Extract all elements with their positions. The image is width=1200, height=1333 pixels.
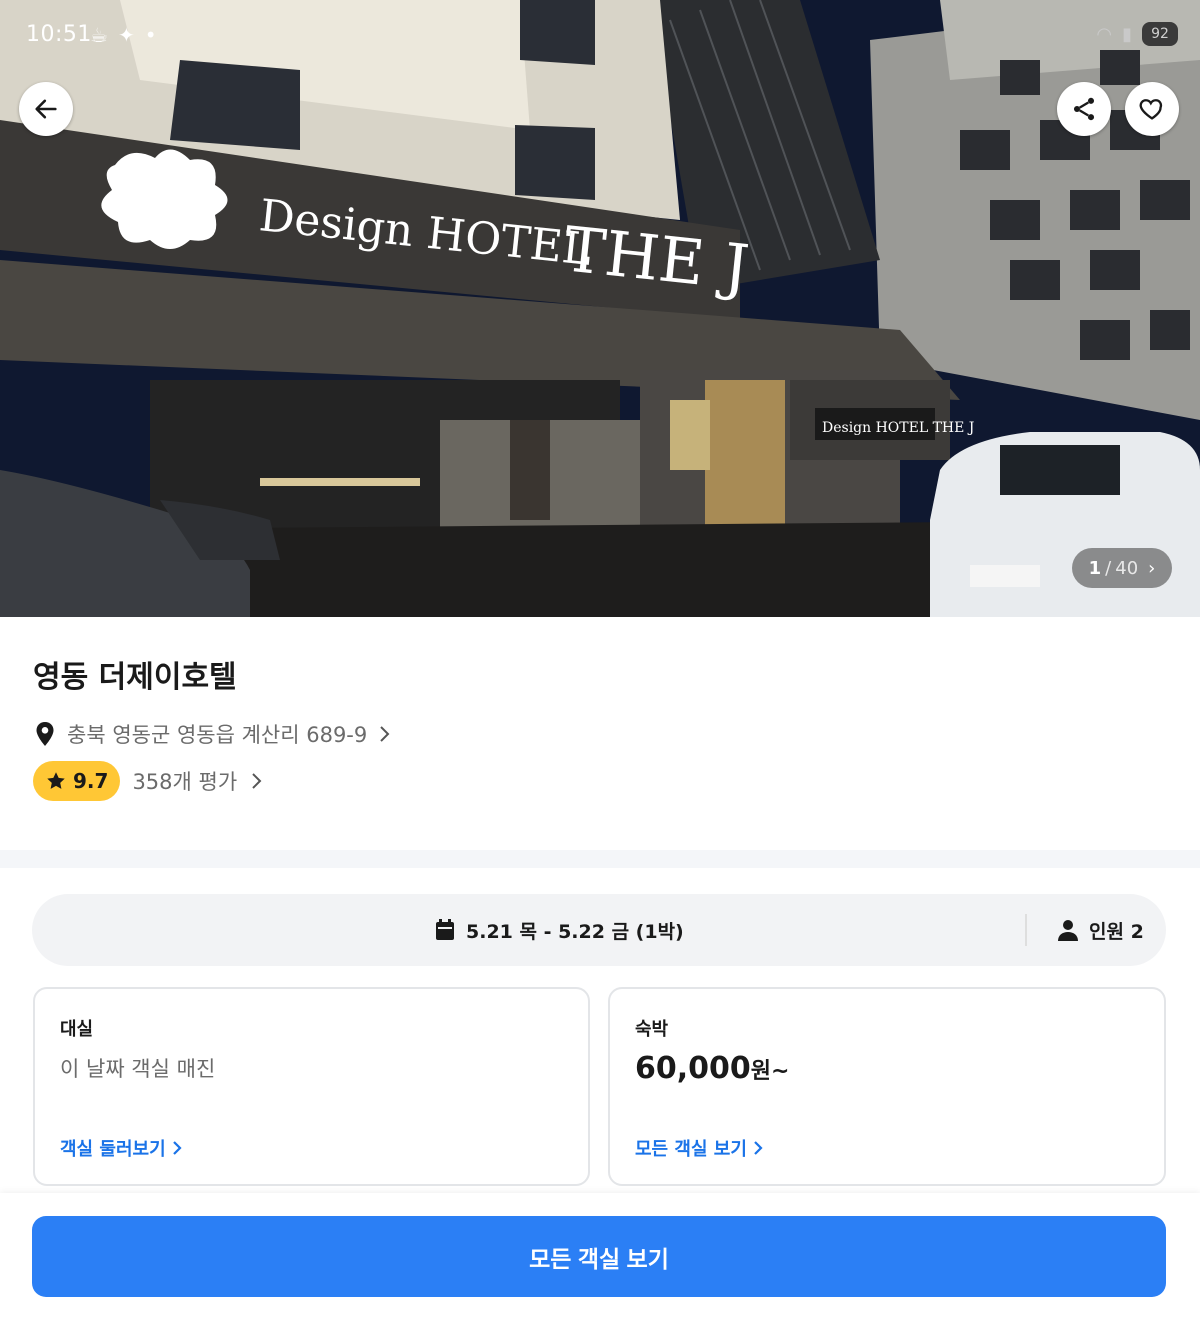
view-all-rooms-button[interactable]: 모든 객실 보기 — [32, 1216, 1166, 1297]
chevron-right-icon — [252, 773, 262, 789]
rating-link[interactable]: 9.7 358개 평가 — [33, 761, 263, 801]
hotel-night-photo: Design HOTEL THE J Design HOTEL THE J — [0, 0, 1200, 617]
sold-out-text: 이 날짜 객실 매진 — [60, 1057, 216, 1081]
photo-counter-current: 1 — [1088, 557, 1102, 579]
calendar-icon — [436, 919, 454, 940]
hotel-address: 충북 영동군 영동읍 계산리 689-9 — [67, 723, 368, 747]
wifi-icon: ◠ — [1096, 23, 1113, 45]
status-time: 10:51 — [26, 22, 92, 47]
all-rooms-link[interactable]: 모든 객실 보기 — [635, 1135, 763, 1161]
system-status-icons: ◠ ▮ 92 — [1096, 22, 1178, 46]
price-suffix: 원~ — [750, 1059, 790, 1084]
browse-rooms-link[interactable]: 객실 둘러보기 — [60, 1135, 182, 1161]
chevron-right-icon: › — [1148, 557, 1156, 579]
photo-counter-separator: / — [1105, 557, 1112, 579]
heart-icon — [1139, 99, 1163, 120]
card-title: 숙박 — [635, 1019, 669, 1040]
notification-icons: ☕ ✦ • — [90, 22, 157, 48]
coffee-icon: ☕ — [90, 23, 108, 47]
chevron-right-icon — [380, 726, 390, 742]
hotel-name: 영동 더제이호텔 — [33, 660, 237, 695]
guest-count: 인원 2 — [1089, 920, 1144, 943]
overnight-card[interactable]: 숙박 60,000원~ 모든 객실 보기 — [608, 987, 1166, 1186]
chevron-right-icon — [754, 1141, 763, 1155]
hero-photo[interactable]: Design HOTEL THE J Design HOTEL THE J 10… — [0, 0, 1200, 617]
link-label: 객실 둘러보기 — [60, 1139, 166, 1160]
back-button[interactable] — [19, 82, 73, 136]
pill-divider — [1025, 914, 1027, 946]
price: 60,000원~ — [635, 1051, 789, 1086]
arrow-left-icon — [35, 99, 57, 119]
person-icon — [1058, 920, 1078, 941]
favorite-button[interactable] — [1125, 82, 1179, 136]
booking-selector: 5.21 목 - 5.22 금 (1박) 인원 2 — [32, 894, 1166, 966]
rating-badge: 9.7 — [33, 761, 121, 801]
share-icon — [1073, 97, 1095, 121]
battery-indicator: 92 — [1142, 22, 1178, 46]
share-button[interactable] — [1057, 82, 1111, 136]
map-pin-icon — [36, 722, 54, 746]
rating-value: 9.7 — [73, 769, 109, 793]
status-bar: 10:51 ☕ ✦ • ◠ ▮ 92 — [0, 0, 1200, 70]
date-selector[interactable]: 5.21 목 - 5.22 금 (1박) — [434, 894, 684, 966]
address-link[interactable]: 충북 영동군 영동읍 계산리 689-9 — [33, 719, 391, 749]
day-use-card[interactable]: 대실 이 날짜 객실 매진 객실 둘러보기 — [33, 987, 590, 1186]
dot-icon: • — [144, 23, 157, 47]
sync-icon: ✦ — [117, 23, 135, 47]
entrance-sign-text: Design HOTEL THE J — [822, 420, 974, 436]
card-title: 대실 — [60, 1019, 94, 1040]
photo-counter-total: 40 — [1115, 557, 1139, 579]
review-count: 358개 평가 — [132, 770, 238, 794]
chevron-right-icon — [172, 1141, 182, 1155]
guest-selector[interactable]: 인원 2 — [1057, 894, 1144, 966]
price-amount: 60,000 — [635, 1051, 751, 1086]
signal-icon: ▮ — [1122, 23, 1132, 45]
star-icon — [47, 772, 65, 789]
stay-dates: 5.21 목 - 5.22 금 (1박) — [466, 920, 684, 943]
photo-counter[interactable]: 1 / 40 › — [1072, 548, 1172, 588]
link-label: 모든 객실 보기 — [635, 1139, 747, 1160]
section-divider — [0, 850, 1200, 868]
